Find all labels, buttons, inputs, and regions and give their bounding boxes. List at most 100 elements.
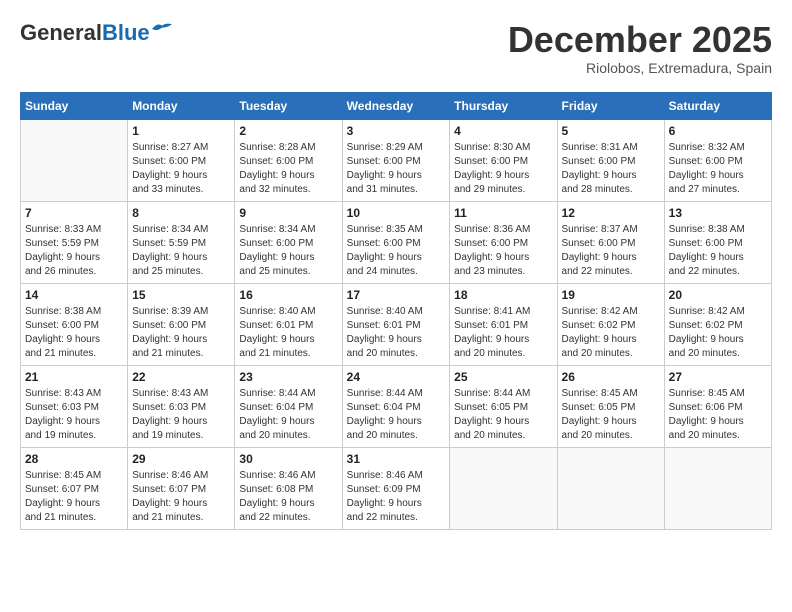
day-info: Sunrise: 8:34 AM Sunset: 5:59 PM Dayligh… [132, 223, 230, 279]
day-number: 8 [132, 206, 230, 220]
day-number: 4 [454, 124, 552, 138]
day-number: 12 [562, 206, 660, 220]
day-number: 9 [239, 206, 337, 220]
day-number: 17 [347, 288, 446, 302]
location-text: Riolobos, Extremadura, Spain [508, 60, 772, 76]
calendar-cell: 25 Sunrise: 8:44 AM Sunset: 6:05 PM Dayli… [450, 365, 557, 447]
calendar-cell: 16 Sunrise: 8:40 AM Sunset: 6:01 PM Dayli… [235, 283, 342, 365]
day-number: 28 [25, 452, 123, 466]
day-info: Sunrise: 8:43 AM Sunset: 6:03 PM Dayligh… [25, 387, 123, 443]
day-number: 21 [25, 370, 123, 384]
calendar-cell: 12 Sunrise: 8:37 AM Sunset: 6:00 PM Dayli… [557, 201, 664, 283]
day-number: 19 [562, 288, 660, 302]
day-info: Sunrise: 8:33 AM Sunset: 5:59 PM Dayligh… [25, 223, 123, 279]
day-info: Sunrise: 8:44 AM Sunset: 6:04 PM Dayligh… [347, 387, 446, 443]
day-info: Sunrise: 8:38 AM Sunset: 6:00 PM Dayligh… [25, 305, 123, 361]
day-number: 24 [347, 370, 446, 384]
calendar-cell: 30Sunrise: 8:46 AM Sunset: 6:08 PM Dayli… [235, 447, 342, 529]
day-number: 6 [669, 124, 767, 138]
weekday-header-friday: Friday [557, 92, 664, 119]
calendar-header-row: SundayMondayTuesdayWednesdayThursdayFrid… [21, 92, 772, 119]
logo: General Blue [20, 20, 172, 46]
calendar-cell: 1Sunrise: 8:27 AM Sunset: 6:00 PM Daylig… [128, 119, 235, 201]
day-info: Sunrise: 8:41 AM Sunset: 6:01 PM Dayligh… [454, 305, 552, 361]
day-info: Sunrise: 8:34 AM Sunset: 6:00 PM Dayligh… [239, 223, 337, 279]
day-number: 18 [454, 288, 552, 302]
calendar-cell: 21 Sunrise: 8:43 AM Sunset: 6:03 PM Dayli… [21, 365, 128, 447]
calendar-cell: 10 Sunrise: 8:35 AM Sunset: 6:00 PM Dayli… [342, 201, 450, 283]
day-info: Sunrise: 8:45 AM Sunset: 6:05 PM Dayligh… [562, 387, 660, 443]
calendar-cell: 2 Sunrise: 8:28 AM Sunset: 6:00 PM Daylig… [235, 119, 342, 201]
logo-general-text: General [20, 20, 102, 46]
calendar-cell: 15Sunrise: 8:39 AM Sunset: 6:00 PM Dayli… [128, 283, 235, 365]
calendar-cell [450, 447, 557, 529]
calendar-cell: 19Sunrise: 8:42 AM Sunset: 6:02 PM Dayli… [557, 283, 664, 365]
day-info: Sunrise: 8:36 AM Sunset: 6:00 PM Dayligh… [454, 223, 552, 279]
day-info: Sunrise: 8:27 AM Sunset: 6:00 PM Dayligh… [132, 141, 230, 197]
day-number: 23 [239, 370, 337, 384]
day-info: Sunrise: 8:45 AM Sunset: 6:07 PM Dayligh… [25, 469, 123, 525]
calendar-cell: 8 Sunrise: 8:34 AM Sunset: 5:59 PM Daylig… [128, 201, 235, 283]
calendar-cell: 4 Sunrise: 8:30 AM Sunset: 6:00 PM Daylig… [450, 119, 557, 201]
day-number: 26 [562, 370, 660, 384]
calendar-cell [557, 447, 664, 529]
calendar-cell: 6 Sunrise: 8:32 AM Sunset: 6:00 PM Daylig… [664, 119, 771, 201]
day-number: 31 [347, 452, 446, 466]
calendar-week-row: 7 Sunrise: 8:33 AM Sunset: 5:59 PM Daylig… [21, 201, 772, 283]
day-info: Sunrise: 8:35 AM Sunset: 6:00 PM Dayligh… [347, 223, 446, 279]
day-info: Sunrise: 8:30 AM Sunset: 6:00 PM Dayligh… [454, 141, 552, 197]
day-number: 2 [239, 124, 337, 138]
day-info: Sunrise: 8:37 AM Sunset: 6:00 PM Dayligh… [562, 223, 660, 279]
day-info: Sunrise: 8:40 AM Sunset: 6:01 PM Dayligh… [347, 305, 446, 361]
weekday-header-monday: Monday [128, 92, 235, 119]
day-number: 22 [132, 370, 230, 384]
day-number: 25 [454, 370, 552, 384]
calendar-cell: 23 Sunrise: 8:44 AM Sunset: 6:04 PM Dayli… [235, 365, 342, 447]
day-info: Sunrise: 8:32 AM Sunset: 6:00 PM Dayligh… [669, 141, 767, 197]
calendar-cell: 13 Sunrise: 8:38 AM Sunset: 6:00 PM Dayli… [664, 201, 771, 283]
calendar-cell: 26 Sunrise: 8:45 AM Sunset: 6:05 PM Dayli… [557, 365, 664, 447]
day-number: 11 [454, 206, 552, 220]
logo-bird-icon [152, 22, 172, 36]
calendar-cell: 17 Sunrise: 8:40 AM Sunset: 6:01 PM Dayli… [342, 283, 450, 365]
day-number: 16 [239, 288, 337, 302]
calendar-cell: 14 Sunrise: 8:38 AM Sunset: 6:00 PM Dayli… [21, 283, 128, 365]
day-info: Sunrise: 8:40 AM Sunset: 6:01 PM Dayligh… [239, 305, 337, 361]
calendar-cell: 27Sunrise: 8:45 AM Sunset: 6:06 PM Dayli… [664, 365, 771, 447]
page-header: General Blue December 2025 Riolobos, Ext… [20, 20, 772, 76]
day-number: 5 [562, 124, 660, 138]
calendar-cell: 28 Sunrise: 8:45 AM Sunset: 6:07 PM Dayli… [21, 447, 128, 529]
day-info: Sunrise: 8:46 AM Sunset: 6:07 PM Dayligh… [132, 469, 230, 525]
day-info: Sunrise: 8:29 AM Sunset: 6:00 PM Dayligh… [347, 141, 446, 197]
day-info: Sunrise: 8:44 AM Sunset: 6:05 PM Dayligh… [454, 387, 552, 443]
calendar-cell: 3 Sunrise: 8:29 AM Sunset: 6:00 PM Daylig… [342, 119, 450, 201]
weekday-header-thursday: Thursday [450, 92, 557, 119]
calendar-cell: 31 Sunrise: 8:46 AM Sunset: 6:09 PM Dayli… [342, 447, 450, 529]
calendar-cell: 11 Sunrise: 8:36 AM Sunset: 6:00 PM Dayli… [450, 201, 557, 283]
day-info: Sunrise: 8:43 AM Sunset: 6:03 PM Dayligh… [132, 387, 230, 443]
calendar-cell: 24 Sunrise: 8:44 AM Sunset: 6:04 PM Dayli… [342, 365, 450, 447]
day-info: Sunrise: 8:38 AM Sunset: 6:00 PM Dayligh… [669, 223, 767, 279]
day-info: Sunrise: 8:42 AM Sunset: 6:02 PM Dayligh… [669, 305, 767, 361]
weekday-header-wednesday: Wednesday [342, 92, 450, 119]
day-number: 3 [347, 124, 446, 138]
calendar-week-row: 14 Sunrise: 8:38 AM Sunset: 6:00 PM Dayli… [21, 283, 772, 365]
calendar-cell [21, 119, 128, 201]
month-title: December 2025 [508, 20, 772, 60]
calendar-cell: 9 Sunrise: 8:34 AM Sunset: 6:00 PM Daylig… [235, 201, 342, 283]
weekday-header-saturday: Saturday [664, 92, 771, 119]
day-info: Sunrise: 8:46 AM Sunset: 6:09 PM Dayligh… [347, 469, 446, 525]
day-number: 29 [132, 452, 230, 466]
calendar-cell: 7 Sunrise: 8:33 AM Sunset: 5:59 PM Daylig… [21, 201, 128, 283]
weekday-header-tuesday: Tuesday [235, 92, 342, 119]
calendar-week-row: 21 Sunrise: 8:43 AM Sunset: 6:03 PM Dayli… [21, 365, 772, 447]
day-number: 13 [669, 206, 767, 220]
day-info: Sunrise: 8:44 AM Sunset: 6:04 PM Dayligh… [239, 387, 337, 443]
day-number: 14 [25, 288, 123, 302]
day-number: 7 [25, 206, 123, 220]
weekday-header-sunday: Sunday [21, 92, 128, 119]
day-info: Sunrise: 8:39 AM Sunset: 6:00 PM Dayligh… [132, 305, 230, 361]
calendar-cell: 5Sunrise: 8:31 AM Sunset: 6:00 PM Daylig… [557, 119, 664, 201]
day-info: Sunrise: 8:28 AM Sunset: 6:00 PM Dayligh… [239, 141, 337, 197]
day-number: 10 [347, 206, 446, 220]
